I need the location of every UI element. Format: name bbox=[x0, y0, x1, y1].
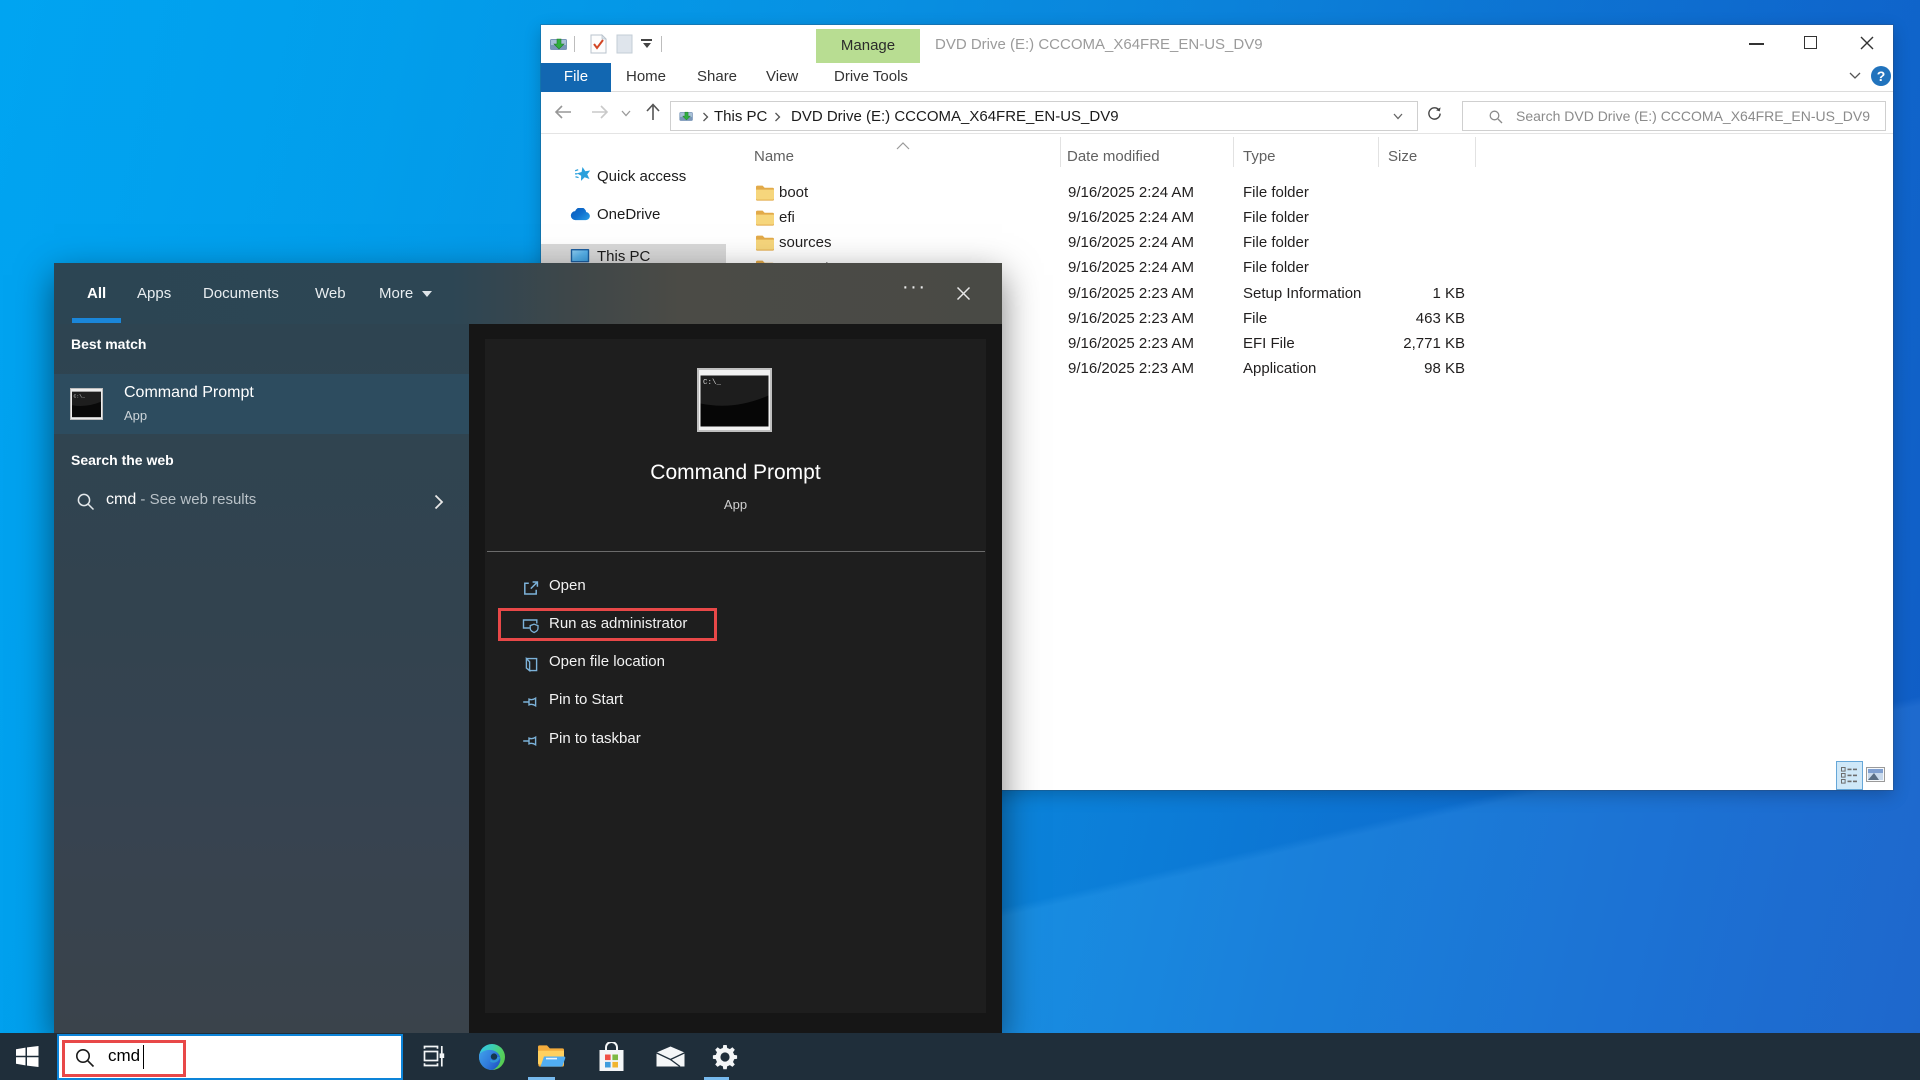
svg-text:C:\_: C:\_ bbox=[703, 379, 722, 387]
svg-text:C:\_: C:\_ bbox=[74, 394, 86, 400]
